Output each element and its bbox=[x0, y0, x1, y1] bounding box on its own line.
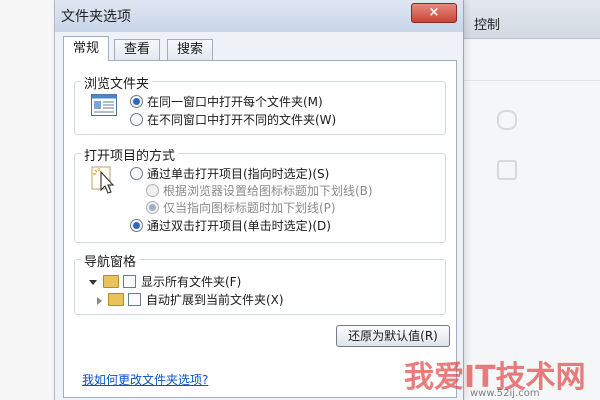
radio-single-click-label: 通过单击打开项目(指向时选定)(S) bbox=[147, 167, 330, 181]
radio-single-click-indicator[interactable] bbox=[130, 167, 143, 180]
click-items-group: 打开项目的方式 通过单击打开项目(指向时选定)(S) 根据浏览器设置给图标标题加… bbox=[74, 145, 446, 243]
navigation-pane-group: 导航窗格 显示所有文件夹(F) 自动扩展到当前文件夹(X) bbox=[74, 251, 446, 315]
checkbox-auto-expand[interactable]: 自动扩展到当前文件夹(X) bbox=[97, 292, 284, 308]
browse-folders-group: 浏览文件夹 在同一窗口中打开每个文件夹(M) 在不同窗口中打开不同的文件夹(W) bbox=[74, 73, 446, 135]
watermark-url: www.52ij.com bbox=[470, 388, 540, 399]
radio-same-window-label: 在同一窗口中打开每个文件夹(M) bbox=[147, 95, 323, 109]
background-square-icon bbox=[497, 160, 517, 180]
folder-options-dialog: 文件夹选项 × 常规 查看 搜索 浏览文件夹 在同一窗口中打开每个文件夹(M) bbox=[54, 0, 464, 400]
radio-new-window-indicator[interactable] bbox=[130, 113, 143, 126]
tab-view[interactable]: 查看 bbox=[114, 39, 161, 60]
tab-strip: 常规 查看 搜索 bbox=[63, 36, 453, 61]
radio-underline-point-indicator[interactable] bbox=[146, 201, 159, 214]
auto-expand-checkbox[interactable] bbox=[128, 293, 141, 306]
background-divider bbox=[462, 80, 600, 81]
background-control-text: 控制 bbox=[474, 18, 501, 33]
background-round-icon bbox=[497, 110, 517, 130]
window-icon bbox=[91, 94, 117, 116]
radio-new-window-label: 在不同窗口中打开不同的文件夹(W) bbox=[147, 113, 337, 127]
radio-double-click-indicator[interactable] bbox=[130, 219, 143, 232]
radio-new-window[interactable]: 在不同窗口中打开不同的文件夹(W) bbox=[130, 112, 336, 128]
close-button[interactable]: × bbox=[411, 3, 457, 23]
radio-double-click[interactable]: 通过双击打开项目(单击时选定)(D) bbox=[130, 218, 331, 234]
folder-icon bbox=[103, 275, 119, 288]
auto-expand-label: 自动扩展到当前文件夹(X) bbox=[146, 293, 284, 307]
background-left-pane bbox=[0, 0, 55, 400]
radio-same-window[interactable]: 在同一窗口中打开每个文件夹(M) bbox=[130, 94, 323, 110]
expand-down-icon bbox=[89, 280, 97, 285]
radio-underline-point[interactable]: 仅当指向图标标题时加下划线(P) bbox=[146, 200, 336, 216]
click-cursor-icon bbox=[91, 166, 115, 194]
radio-single-click[interactable]: 通过单击打开项目(指向时选定)(S) bbox=[130, 166, 329, 182]
radio-underline-browser[interactable]: 根据浏览器设置给图标标题加下划线(B) bbox=[146, 183, 373, 199]
background-right-pane bbox=[462, 0, 600, 400]
help-link[interactable]: 我如何更改文件夹选项? bbox=[82, 371, 208, 388]
dialog-title: 文件夹选项 bbox=[61, 9, 131, 25]
radio-underline-browser-indicator[interactable] bbox=[146, 184, 159, 197]
tab-search[interactable]: 搜索 bbox=[167, 39, 214, 60]
browse-folders-title: 浏览文件夹 bbox=[81, 73, 153, 92]
checkbox-show-all-folders[interactable]: 显示所有文件夹(F) bbox=[89, 274, 241, 290]
folder-icon bbox=[108, 293, 124, 306]
dialog-titlebar[interactable]: 文件夹选项 × bbox=[55, 0, 463, 32]
tab-general[interactable]: 常规 bbox=[63, 36, 110, 61]
show-all-folders-checkbox[interactable] bbox=[123, 275, 136, 288]
general-tab-panel: 浏览文件夹 在同一窗口中打开每个文件夹(M) 在不同窗口中打开不同的文件夹(W)… bbox=[63, 60, 457, 398]
radio-underline-browser-label: 根据浏览器设置给图标标题加下划线(B) bbox=[163, 184, 373, 198]
navigation-pane-title: 导航窗格 bbox=[81, 251, 140, 270]
radio-underline-point-label: 仅当指向图标标题时加下划线(P) bbox=[163, 201, 336, 215]
click-items-title: 打开项目的方式 bbox=[81, 145, 179, 164]
radio-double-click-label: 通过双击打开项目(单击时选定)(D) bbox=[147, 219, 331, 233]
show-all-folders-label: 显示所有文件夹(F) bbox=[141, 275, 242, 289]
restore-defaults-button[interactable]: 还原为默认值(R) bbox=[336, 325, 450, 347]
expand-right-icon bbox=[97, 296, 102, 305]
radio-same-window-indicator[interactable] bbox=[130, 95, 143, 108]
